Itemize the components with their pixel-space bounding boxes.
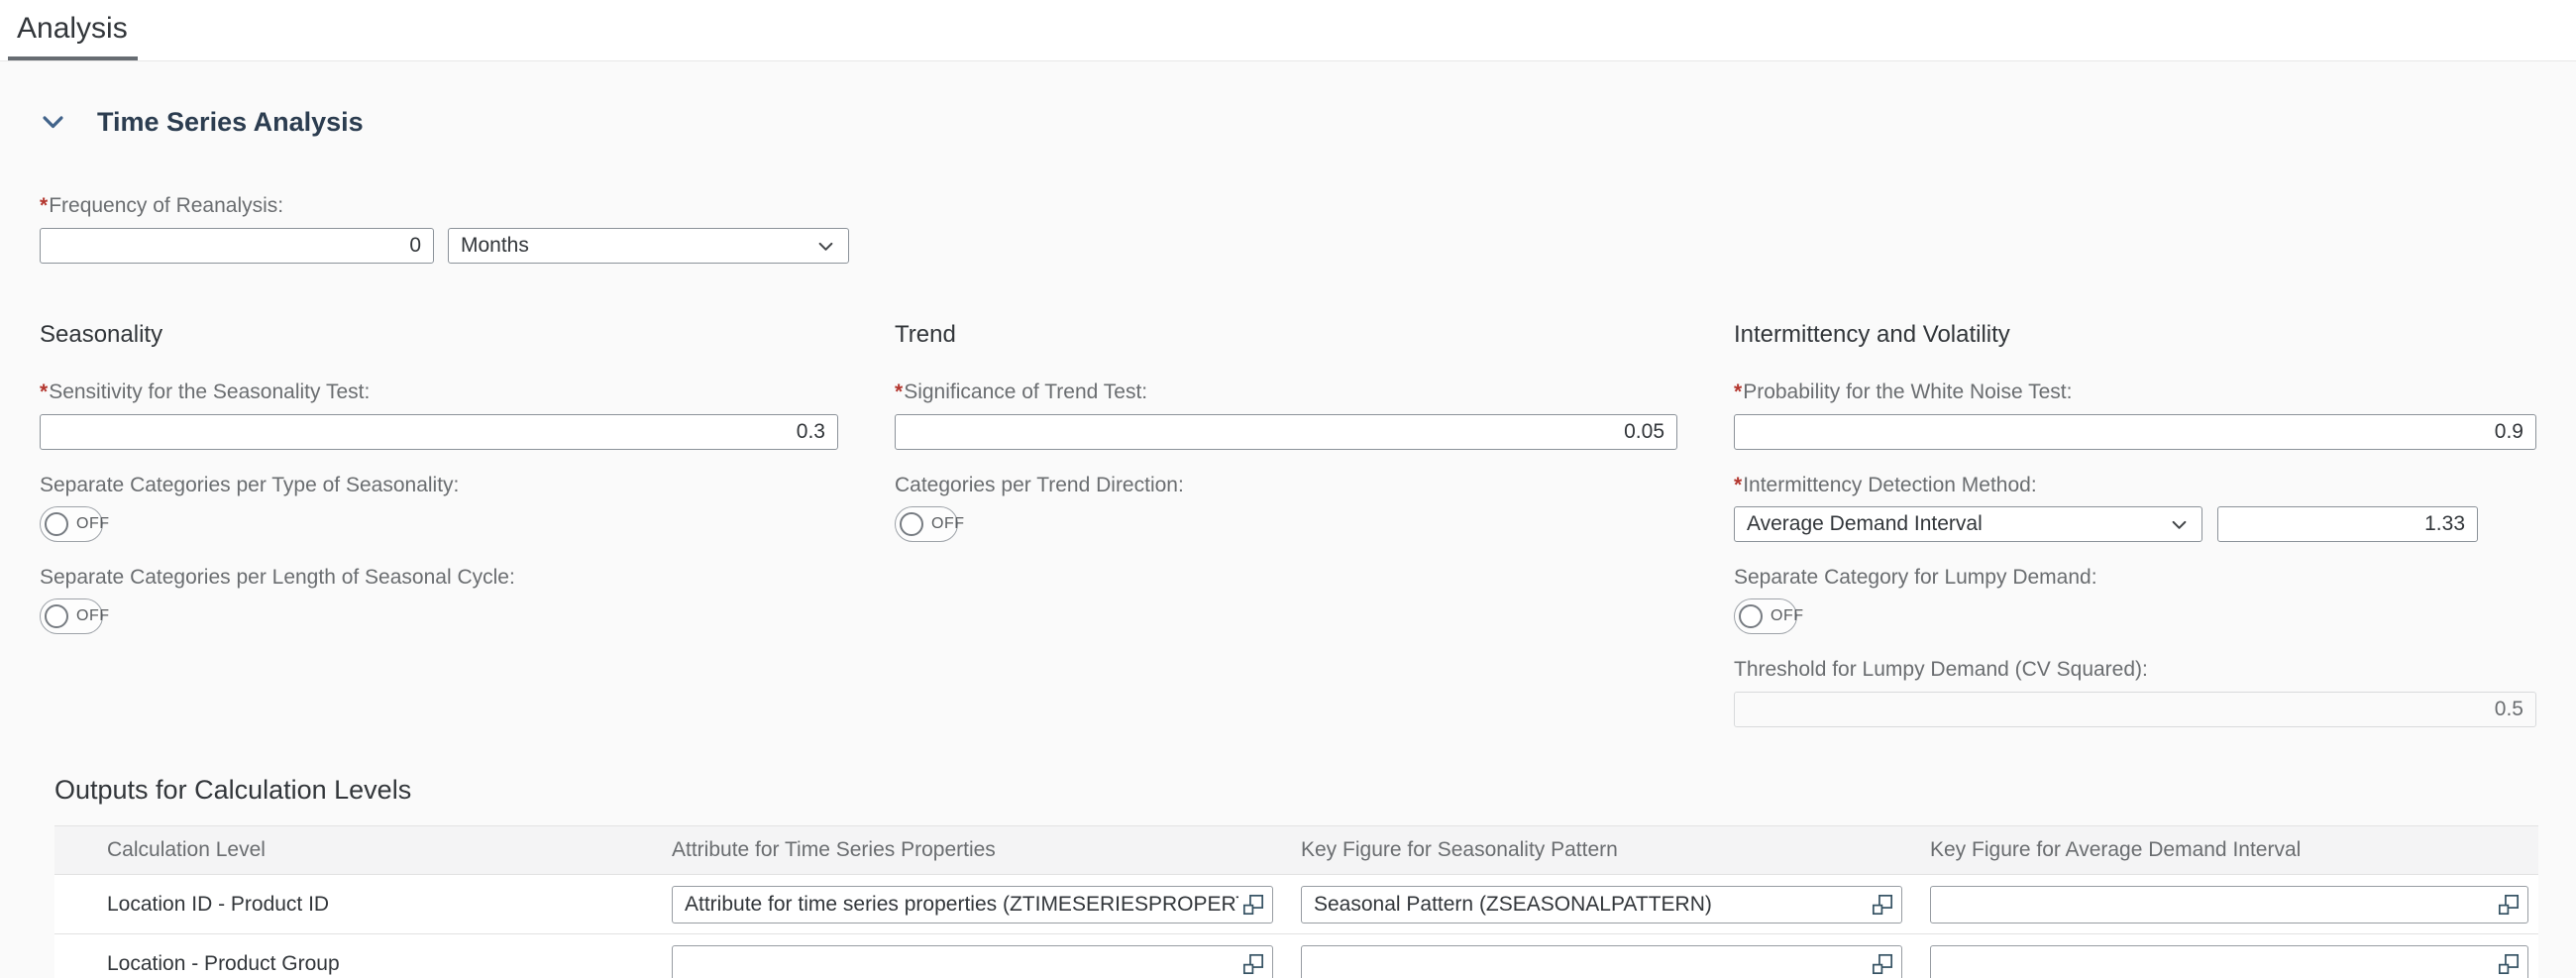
group-intermittency: Intermittency and Volatility *Probabilit… — [1734, 321, 2536, 727]
separate-categories-length-toggle[interactable]: OFF — [40, 598, 103, 634]
toggle-state-label: OFF — [76, 607, 110, 625]
adi-value-help-field — [1930, 945, 2528, 978]
frequency-row: Months — [40, 228, 2536, 264]
tab-bar: Analysis — [0, 0, 2576, 61]
column-header-seasonality-pattern: Key Figure for Seasonality Pattern — [1283, 838, 1912, 862]
outputs-section-title: Outputs for Calculation Levels — [54, 775, 2536, 806]
lumpy-threshold-input — [1734, 692, 2536, 727]
attribute-input[interactable] — [673, 952, 1242, 976]
frequency-unit-value: Months — [461, 234, 529, 258]
seasonality-pattern-input[interactable] — [1302, 952, 1872, 976]
group-title-trend: Trend — [895, 321, 1677, 349]
tab-analysis[interactable]: Analysis — [8, 0, 138, 60]
separate-categories-type-toggle[interactable]: OFF — [40, 506, 103, 542]
value-help-icon[interactable] — [1242, 953, 1264, 975]
outputs-table: Calculation Level Attribute for Time Ser… — [54, 825, 2538, 978]
white-noise-input[interactable] — [1734, 414, 2536, 450]
toggle-state-label: OFF — [76, 515, 110, 533]
table-row: Location - Product Group — [54, 934, 2538, 978]
value-help-icon[interactable] — [1872, 953, 1893, 975]
toggle-knob — [1739, 604, 1763, 628]
separate-categories-type-label: Separate Categories per Type of Seasonal… — [40, 473, 838, 498]
group-title-intermittency: Intermittency and Volatility — [1734, 321, 2536, 349]
separate-categories-length-label: Separate Categories per Length of Season… — [40, 565, 838, 591]
detection-method-row: Average Demand Interval — [1734, 506, 2536, 542]
group-trend: Trend *Significance of Trend Test: Categ… — [895, 321, 1677, 727]
sensitivity-label: *Sensitivity for the Seasonality Test: — [40, 380, 838, 405]
toggle-knob — [45, 512, 68, 536]
adi-value-help-field — [1930, 886, 2528, 924]
column-header-attribute: Attribute for Time Series Properties — [654, 838, 1283, 862]
chevron-down-icon — [40, 109, 66, 136]
toggle-state-label: OFF — [931, 515, 965, 533]
value-help-icon[interactable] — [2498, 894, 2520, 916]
white-noise-label: *Probability for the White Noise Test: — [1734, 380, 2536, 405]
attribute-value-help-field — [672, 886, 1273, 924]
required-marker: * — [895, 380, 903, 403]
required-marker: * — [40, 380, 48, 403]
table-header-row: Calculation Level Attribute for Time Ser… — [54, 826, 2538, 875]
toggle-state-label: OFF — [1771, 607, 1804, 625]
frequency-unit-select[interactable]: Months — [448, 228, 849, 264]
detection-method-select[interactable]: Average Demand Interval — [1734, 506, 2202, 542]
column-header-adi: Key Figure for Average Demand Interval — [1912, 838, 2538, 862]
table-row: Location ID - Product ID — [54, 875, 2538, 934]
attribute-input[interactable] — [673, 893, 1242, 917]
adi-input[interactable] — [1931, 893, 2498, 917]
chevron-down-icon — [2169, 514, 2190, 535]
toggle-knob — [45, 604, 68, 628]
value-help-icon[interactable] — [1242, 894, 1264, 916]
detection-method-number-input[interactable] — [2217, 506, 2478, 542]
required-marker: * — [1734, 474, 1742, 496]
required-marker: * — [40, 194, 48, 217]
lumpy-demand-toggle[interactable]: OFF — [1734, 598, 1797, 634]
section-header-time-series-analysis: Time Series Analysis — [40, 107, 2536, 138]
required-marker: * — [1734, 380, 1742, 403]
frequency-label: *Frequency of Reanalysis: — [40, 193, 2536, 219]
attribute-value-help-field — [672, 945, 1273, 978]
section-title: Time Series Analysis — [97, 107, 364, 138]
detection-method-label: *Intermittency Detection Method: — [1734, 473, 2536, 498]
lumpy-demand-label: Separate Category for Lumpy Demand: — [1734, 565, 2536, 591]
detection-method-value: Average Demand Interval — [1747, 512, 1983, 536]
sensitivity-input[interactable] — [40, 414, 838, 450]
chevron-down-icon — [815, 236, 836, 257]
trend-direction-toggle[interactable]: OFF — [895, 506, 958, 542]
value-help-icon[interactable] — [2498, 953, 2520, 975]
value-help-icon[interactable] — [1872, 894, 1893, 916]
group-title-seasonality: Seasonality — [40, 321, 838, 349]
trend-direction-label: Categories per Trend Direction: — [895, 473, 1677, 498]
calculation-level-cell: Location ID - Product ID — [54, 893, 654, 917]
seasonality-pattern-value-help-field — [1301, 945, 1902, 978]
significance-input[interactable] — [895, 414, 1677, 450]
seasonality-pattern-value-help-field — [1301, 886, 1902, 924]
seasonality-pattern-input[interactable] — [1302, 893, 1872, 917]
analysis-page: Analysis Time Series Analysis *Frequency… — [0, 0, 2576, 978]
adi-input[interactable] — [1931, 952, 2498, 976]
column-header-calculation-level: Calculation Level — [54, 838, 654, 862]
calculation-level-cell: Location - Product Group — [54, 952, 654, 976]
parameter-columns: Seasonality *Sensitivity for the Seasona… — [40, 321, 2536, 727]
section-collapse-button[interactable] — [40, 109, 66, 136]
content-area: Time Series Analysis *Frequency of Reana… — [0, 107, 2576, 978]
frequency-input[interactable] — [40, 228, 434, 264]
significance-label: *Significance of Trend Test: — [895, 380, 1677, 405]
group-seasonality: Seasonality *Sensitivity for the Seasona… — [40, 321, 838, 727]
toggle-knob — [900, 512, 923, 536]
lumpy-threshold-label: Threshold for Lumpy Demand (CV Squared): — [1734, 657, 2536, 683]
